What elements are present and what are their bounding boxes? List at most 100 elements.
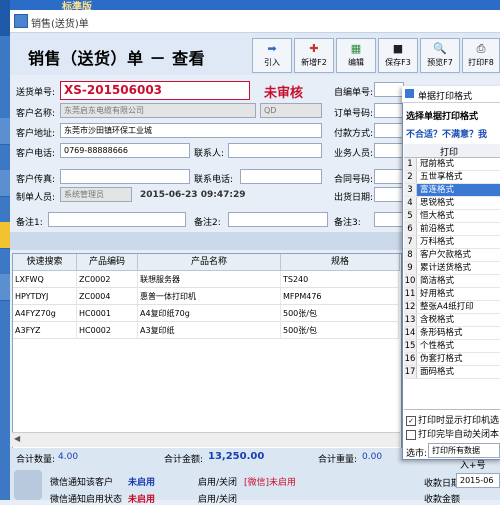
format-index: 13 bbox=[404, 314, 417, 326]
table-cell[interactable]: A4FYZ70g bbox=[13, 305, 77, 322]
order-number-field[interactable] bbox=[374, 103, 404, 118]
popup-title: 单据打印格式 bbox=[418, 92, 473, 102]
col-header-name[interactable]: 产品名称 bbox=[138, 254, 281, 271]
format-label: 整张A4纸打印 bbox=[420, 302, 474, 312]
table-cell[interactable]: HC0001 bbox=[77, 305, 138, 322]
sidebar-button[interactable] bbox=[0, 170, 10, 197]
table-cell[interactable]: 500张/包 bbox=[281, 322, 399, 339]
sidebar-button[interactable] bbox=[0, 274, 10, 301]
col-header-code[interactable]: 产品编码 bbox=[77, 254, 138, 271]
wechat-toggle[interactable]: 启用/关闭 bbox=[198, 475, 237, 488]
table-cell[interactable]: 500张/包 bbox=[281, 305, 399, 322]
format-index: 17 bbox=[404, 366, 417, 378]
table-cell[interactable]: TS240 bbox=[281, 271, 399, 288]
contact-field[interactable] bbox=[228, 143, 322, 158]
format-index: 8 bbox=[404, 249, 417, 261]
table-cell[interactable]: HC0002 bbox=[77, 322, 138, 339]
preview-icon: 🔍 bbox=[433, 42, 447, 55]
wechat-toggle-2[interactable]: 启用/关闭 bbox=[198, 492, 237, 505]
new-label: 新增F2 bbox=[301, 58, 327, 67]
self-no-field[interactable] bbox=[374, 82, 404, 97]
status-badge: 未审核 bbox=[264, 86, 304, 101]
fax-field[interactable] bbox=[60, 169, 190, 184]
contact-phone-field[interactable] bbox=[240, 169, 322, 184]
format-label: 客户欠款格式 bbox=[420, 250, 472, 260]
checkbox-icon[interactable] bbox=[406, 429, 416, 440]
table-cell[interactable]: LXFWQ bbox=[13, 271, 77, 288]
save-button[interactable]: ■ 保存F3 bbox=[378, 38, 418, 73]
contract-field[interactable] bbox=[374, 169, 404, 184]
popup-divider bbox=[404, 409, 500, 410]
note2-field[interactable] bbox=[228, 212, 328, 227]
format-index: 15 bbox=[404, 340, 417, 352]
table-cell[interactable]: ZC0002 bbox=[77, 271, 138, 288]
phone-field[interactable]: 0769-88888666 bbox=[60, 143, 190, 158]
print-label: 打印F8 bbox=[468, 58, 494, 67]
page-title: 销售（送货）单 － 查看 bbox=[28, 49, 206, 68]
format-label: 伪套打格式 bbox=[420, 354, 463, 364]
table-cell[interactable]: MFPM476 bbox=[281, 288, 399, 305]
customer-field[interactable]: 东莞启东电缆有限公司 bbox=[60, 103, 256, 118]
format-list-item[interactable]: 7 万科格式 bbox=[404, 236, 500, 249]
format-list-item[interactable]: 3 富连格式 bbox=[404, 184, 500, 197]
edit-button[interactable]: ▦ 编辑 bbox=[336, 38, 376, 73]
address-label: 客户地址: bbox=[16, 129, 56, 139]
table-cell[interactable]: ZC0004 bbox=[77, 288, 138, 305]
format-list-item[interactable]: 1 冠前格式 bbox=[404, 158, 500, 171]
preview-button[interactable]: 🔍 预览F7 bbox=[420, 38, 460, 73]
table-cell[interactable]: A3复印纸 bbox=[138, 322, 281, 339]
print-button[interactable]: ⎙ 打印F8 bbox=[462, 38, 500, 73]
customer-code-field[interactable]: QD bbox=[260, 103, 322, 118]
format-label: 前沿格式 bbox=[420, 224, 455, 234]
note3-field[interactable] bbox=[374, 212, 404, 227]
order-no-field[interactable]: XS-201506003 bbox=[60, 81, 250, 100]
format-list-item[interactable]: 13 含税格式 bbox=[404, 314, 500, 327]
import-label: 引入 bbox=[264, 58, 280, 67]
recv-date-field[interactable]: 2015-06 bbox=[456, 473, 500, 488]
format-list-item[interactable]: 16 伪套打格式 bbox=[404, 353, 500, 366]
opt-auto-close[interactable]: 打印完毕自动关闭本 bbox=[406, 427, 499, 440]
format-list-item[interactable]: 5 恒大格式 bbox=[404, 210, 500, 223]
import-button[interactable]: ➡ 引入 bbox=[252, 38, 292, 73]
format-label: 思锐格式 bbox=[420, 198, 455, 208]
format-list-item[interactable]: 6 前沿格式 bbox=[404, 223, 500, 236]
format-list-item[interactable]: 4 思锐格式 bbox=[404, 197, 500, 210]
format-list-item[interactable]: 11 好用格式 bbox=[404, 288, 500, 301]
table-cell[interactable]: 联想服务器 bbox=[138, 271, 281, 288]
sidebar-button[interactable] bbox=[0, 118, 10, 145]
table-cell[interactable]: A3FYZ bbox=[13, 322, 77, 339]
payment-field[interactable] bbox=[374, 123, 404, 138]
format-index: 2 bbox=[404, 171, 417, 183]
col-header-spec[interactable]: 规格 bbox=[281, 254, 400, 271]
new-button[interactable]: ✚ 新增F2 bbox=[294, 38, 334, 73]
table-cell[interactable]: HPYTDYJ bbox=[13, 288, 77, 305]
popup-note-link[interactable]: 不合适？不满意？我 bbox=[406, 127, 487, 140]
maker-field: 系统管理员 bbox=[60, 187, 132, 202]
opt-show-printer[interactable]: ✓ 打印时显示打印机选 bbox=[406, 413, 499, 426]
scroll-left-icon[interactable]: ◀ bbox=[14, 434, 20, 443]
format-list-item[interactable]: 9 累计送货格式 bbox=[404, 262, 500, 275]
ship-date-field[interactable] bbox=[374, 187, 404, 202]
printer-range-select[interactable]: 打印所有数据 bbox=[428, 443, 500, 458]
salesperson-label: 业务人员: bbox=[334, 149, 374, 159]
print-icon: ⎙ bbox=[476, 42, 486, 55]
format-list-item[interactable]: 14 条形码格式 bbox=[404, 327, 500, 340]
table-cell[interactable]: 惠普一体打印机 bbox=[138, 288, 281, 305]
salesperson-field[interactable] bbox=[374, 143, 404, 158]
format-index: 10 bbox=[404, 275, 417, 287]
format-list-item[interactable]: 17 面码格式 bbox=[404, 366, 500, 379]
col-header-search[interactable]: 快速搜索 bbox=[13, 254, 77, 271]
table-cell[interactable]: A4复印纸70g bbox=[138, 305, 281, 322]
note1-field[interactable] bbox=[48, 212, 186, 227]
total-weight-label: 合计重量: bbox=[318, 455, 358, 465]
checkbox-icon[interactable]: ✓ bbox=[406, 415, 416, 426]
grid-horizontal-scrollbar[interactable] bbox=[12, 432, 400, 447]
format-list-item[interactable]: 8 客户欠款格式 bbox=[404, 249, 500, 262]
format-list-item[interactable]: 12 整张A4纸打印 bbox=[404, 301, 500, 314]
format-list-item[interactable]: 15 个性格式 bbox=[404, 340, 500, 353]
format-list-item[interactable]: 10 简洁格式 bbox=[404, 275, 500, 288]
sidebar-button[interactable] bbox=[0, 222, 10, 249]
app-logo bbox=[0, 0, 10, 36]
format-list-item[interactable]: 2 五世享格式 bbox=[404, 171, 500, 184]
address-field[interactable]: 东莞市沙田镇环保工业城 bbox=[60, 123, 322, 138]
